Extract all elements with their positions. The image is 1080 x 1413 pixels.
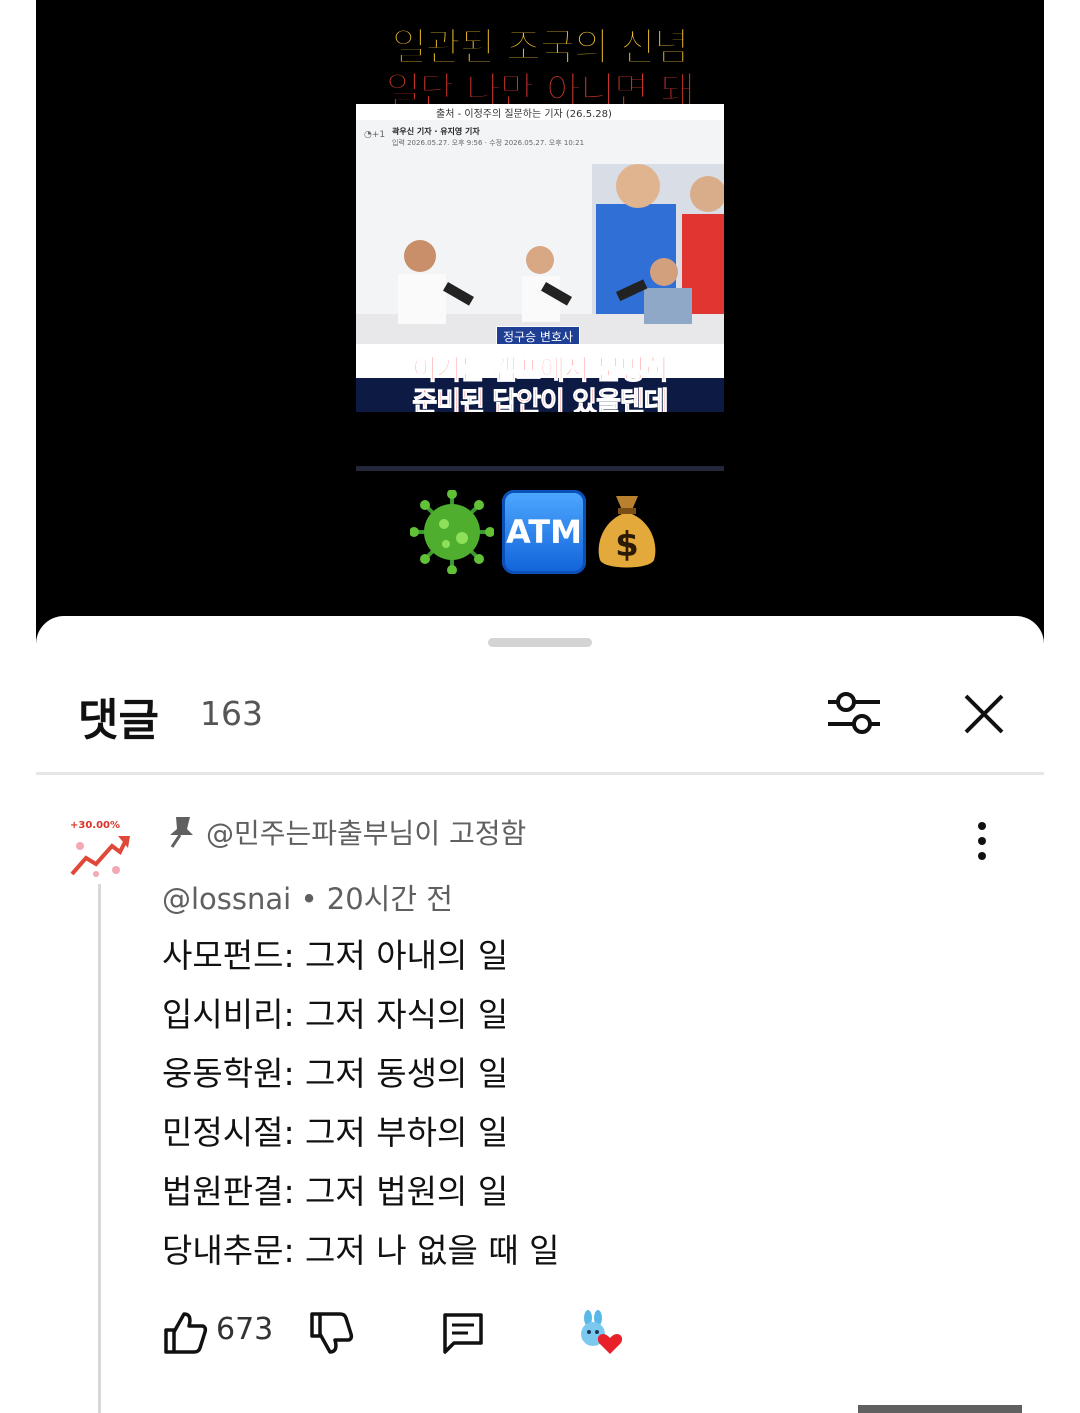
comments-sheet: 댓글 163 +30.00% @민주는파출부님이 고정함 @lossnai • — [36, 616, 1044, 1413]
atm-emoji: ATM — [502, 490, 586, 574]
like-icon[interactable] — [162, 1310, 208, 1356]
comment-line: 당내추문: 그저 나 없을 때 일 — [162, 1231, 560, 1270]
avatar[interactable]: +30.00% — [66, 812, 136, 882]
virus-emoji — [410, 490, 494, 574]
article-icon: ◔+1 — [364, 130, 386, 140]
pin-icon — [170, 817, 193, 848]
dislike-icon[interactable] — [308, 1310, 354, 1356]
separator-dot: • — [300, 882, 327, 916]
creator-heart-icon — [581, 1310, 623, 1354]
pinned-indicator: @민주는파출부님이 고정함 — [166, 812, 526, 852]
scrollbar[interactable] — [858, 1405, 1022, 1413]
comments-count: 163 — [200, 694, 263, 733]
reply-icon[interactable] — [440, 1310, 486, 1356]
subtitle-line2: 준비된 답안이 있을텐데 — [412, 387, 669, 413]
drag-handle[interactable] — [488, 638, 592, 647]
studio-scene — [356, 164, 724, 344]
source-caption: 출처 - 이정주의 질문하는 기자 (26.5.28) — [356, 104, 724, 120]
comment-line: 사모펀드: 그저 아내의 일 — [162, 936, 509, 975]
like-count: 673 — [216, 1312, 274, 1347]
comment-line: 웅동학원: 그저 동생의 일 — [162, 1054, 509, 1093]
comment-author-line: @lossnai • 20시간 전 — [162, 876, 453, 918]
article-dates: 입력 2026.05.27. 오후 9:56 · 수정 2026.05.27. … — [392, 139, 585, 147]
comment-author[interactable]: @lossnai — [162, 882, 291, 916]
comments-title: 댓글 — [78, 695, 159, 746]
comment-line: 법원판결: 그저 법원의 일 — [162, 1172, 509, 1211]
source-text: 출처 - 이정주의 질문하는 기자 (26.5.28) — [436, 109, 612, 120]
svg-text:+30.00%: +30.00% — [70, 820, 120, 831]
comment-body: 사모펀드: 그저 아내의 일 입시비리: 그저 자식의 일 웅동학원: 그저 동… — [162, 926, 560, 1280]
video-frame: 출처 - 이정주의 질문하는 기자 (26.5.28) ◔+1 곽우신 기자 ·… — [356, 104, 724, 412]
money-bag-emoji: $ — [598, 496, 656, 568]
svg-text:$: $ — [615, 525, 639, 565]
comment-time: 20시간 전 — [326, 882, 453, 916]
close-icon[interactable] — [958, 688, 1010, 740]
comment-line: 입시비리: 그저 자식의 일 — [162, 995, 509, 1034]
article-reporters: 곽우신 기자 · 유지영 기자 — [392, 127, 480, 136]
more-vert-icon[interactable] — [964, 816, 1000, 866]
comment-line: 민정시절: 그저 부하의 일 — [162, 1113, 509, 1152]
emoji-row: ATM $ — [410, 490, 660, 574]
video-progress-bar[interactable] — [356, 466, 724, 471]
pinned-label: @민주는파출부님이 고정함 — [206, 817, 527, 850]
video-player[interactable]: 일관된 조국의 신념 일단 나만 아니면 돼 출처 - 이정주의 질문하는 기자… — [36, 0, 1044, 660]
thread-line — [98, 884, 101, 1413]
filter-icon[interactable] — [824, 686, 884, 740]
header-divider — [36, 772, 1044, 775]
